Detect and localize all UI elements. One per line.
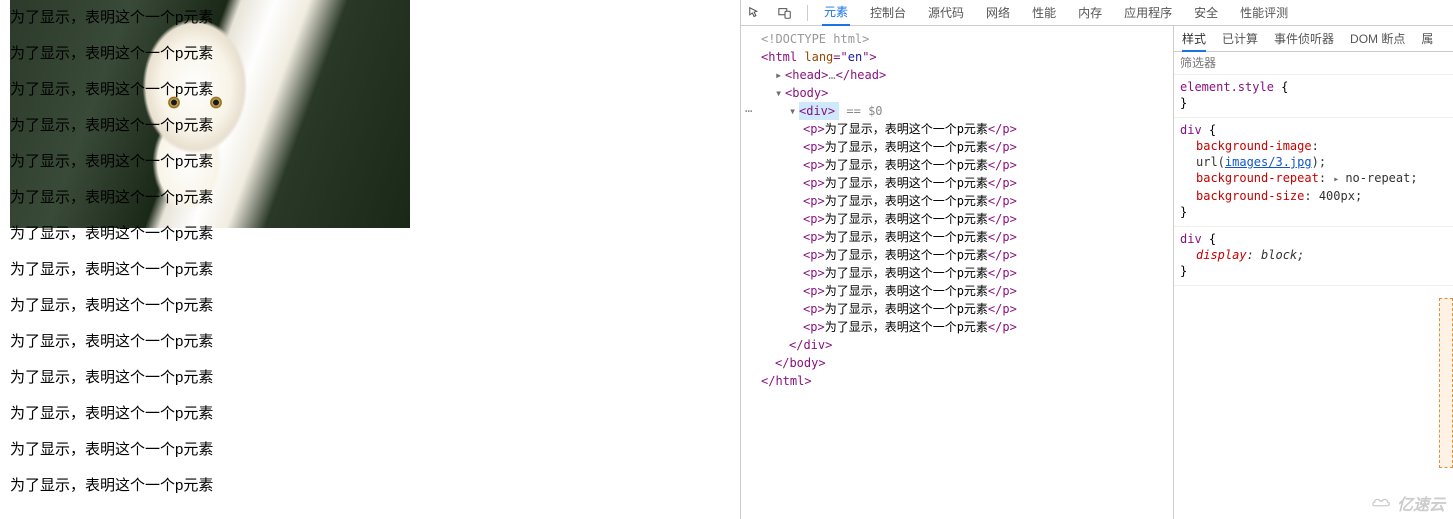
body-close-node[interactable]: </body> <box>747 354 1173 372</box>
devtools-tab[interactable]: 内存 <box>1076 0 1104 26</box>
device-toggle-icon[interactable] <box>777 5 793 21</box>
div-open-node[interactable]: ⋯▾<div> == $0 <box>747 102 1173 120</box>
preview-paragraph: 为了显示，表明这个一个p元素 <box>10 36 740 72</box>
p-node[interactable]: <p>为了显示，表明这个一个p元素</p> <box>747 246 1173 264</box>
styles-filter-input[interactable] <box>1174 52 1453 74</box>
styles-tab[interactable]: 事件侦听器 <box>1274 30 1334 47</box>
preview-paragraph: 为了显示，表明这个一个p元素 <box>10 360 740 396</box>
doctype-node: <!DOCTYPE html> <box>761 32 869 46</box>
devtools-toolbar: 元素控制台源代码网络性能内存应用程序安全性能评测 <box>741 0 1453 26</box>
styles-pane: 样式已计算事件侦听器 DOM 断点属 element.style {}div {b… <box>1173 26 1453 519</box>
p-node[interactable]: <p>为了显示，表明这个一个p元素</p> <box>747 138 1173 156</box>
preview-paragraph: 为了显示，表明这个一个p元素 <box>10 432 740 468</box>
toolbar-divider <box>807 5 808 21</box>
inspect-icon[interactable] <box>747 5 763 21</box>
html-open-node[interactable]: <html lang="en"> <box>747 48 1173 66</box>
preview-paragraph: 为了显示，表明这个一个p元素 <box>10 396 740 432</box>
preview-paragraph: 为了显示，表明这个一个p元素 <box>10 252 740 288</box>
preview-paragraph: 为了显示，表明这个一个p元素 <box>10 144 740 180</box>
p-node[interactable]: <p>为了显示，表明这个一个p元素</p> <box>747 228 1173 246</box>
preview-paragraph: 为了显示，表明这个一个p元素 <box>10 216 740 252</box>
styles-tab[interactable]: 样式 <box>1182 26 1206 52</box>
p-node[interactable]: <p>为了显示，表明这个一个p元素</p> <box>747 282 1173 300</box>
p-node[interactable]: <p>为了显示，表明这个一个p元素</p> <box>747 156 1173 174</box>
margin-overlay-strip <box>1439 298 1453 468</box>
div-close-node[interactable]: </div> <box>747 336 1173 354</box>
devtools-tab[interactable]: 性能 <box>1030 0 1058 26</box>
preview-paragraph: 为了显示，表明这个一个p元素 <box>10 324 740 360</box>
devtools-tab[interactable]: 网络 <box>984 0 1012 26</box>
devtools-panel: 元素控制台源代码网络性能内存应用程序安全性能评测 <!DOCTYPE html>… <box>740 0 1453 519</box>
devtools-tab[interactable]: 源代码 <box>926 0 966 26</box>
styles-filter-row <box>1174 52 1453 75</box>
styles-tab[interactable]: DOM 断点 <box>1350 30 1405 47</box>
html-close-node[interactable]: </html> <box>747 372 1173 390</box>
devtools-tab[interactable]: 安全 <box>1192 0 1220 26</box>
p-node[interactable]: <p>为了显示，表明这个一个p元素</p> <box>747 120 1173 138</box>
styles-tabs: 样式已计算事件侦听器 DOM 断点属 <box>1174 26 1453 52</box>
devtools-tab[interactable]: 控制台 <box>868 0 908 26</box>
preview-paragraph: 为了显示，表明这个一个p元素 <box>10 0 740 36</box>
styles-tab[interactable]: 属 <box>1421 30 1433 47</box>
preview-paragraph: 为了显示，表明这个一个p元素 <box>10 108 740 144</box>
p-node[interactable]: <p>为了显示，表明这个一个p元素</p> <box>747 174 1173 192</box>
preview-paragraph: 为了显示，表明这个一个p元素 <box>10 180 740 216</box>
css-rule-block[interactable]: div {display: block;} <box>1174 227 1453 286</box>
p-node[interactable]: <p>为了显示，表明这个一个p元素</p> <box>747 318 1173 336</box>
elements-tree[interactable]: <!DOCTYPE html> <html lang="en"> ▸<head>… <box>741 26 1173 519</box>
selected-dots-icon: ⋯ <box>745 102 751 120</box>
devtools-tab[interactable]: 性能评测 <box>1238 0 1290 26</box>
head-node[interactable]: ▸<head>…</head> <box>747 66 1173 84</box>
styles-tab[interactable]: 已计算 <box>1222 30 1258 47</box>
p-node[interactable]: <p>为了显示，表明这个一个p元素</p> <box>747 300 1173 318</box>
body-open-node[interactable]: ▾<body> <box>747 84 1173 102</box>
preview-paragraph: 为了显示，表明这个一个p元素 <box>10 72 740 108</box>
p-node[interactable]: <p>为了显示，表明这个一个p元素</p> <box>747 210 1173 228</box>
preview-paragraph: 为了显示，表明这个一个p元素 <box>10 288 740 324</box>
preview-paragraph: 为了显示，表明这个一个p元素 <box>10 468 740 504</box>
watermark: 亿速云 <box>1371 491 1445 515</box>
devtools-tab[interactable]: 元素 <box>822 0 850 26</box>
css-rule-block[interactable]: div {background-image: url(images/3.jpg)… <box>1174 118 1453 227</box>
css-rule-block[interactable]: element.style {} <box>1174 75 1453 118</box>
page-preview: 为了显示，表明这个一个p元素为了显示，表明这个一个p元素为了显示，表明这个一个p… <box>0 0 740 519</box>
p-node[interactable]: <p>为了显示，表明这个一个p元素</p> <box>747 264 1173 282</box>
p-node[interactable]: <p>为了显示，表明这个一个p元素</p> <box>747 192 1173 210</box>
devtools-tab[interactable]: 应用程序 <box>1122 0 1174 26</box>
